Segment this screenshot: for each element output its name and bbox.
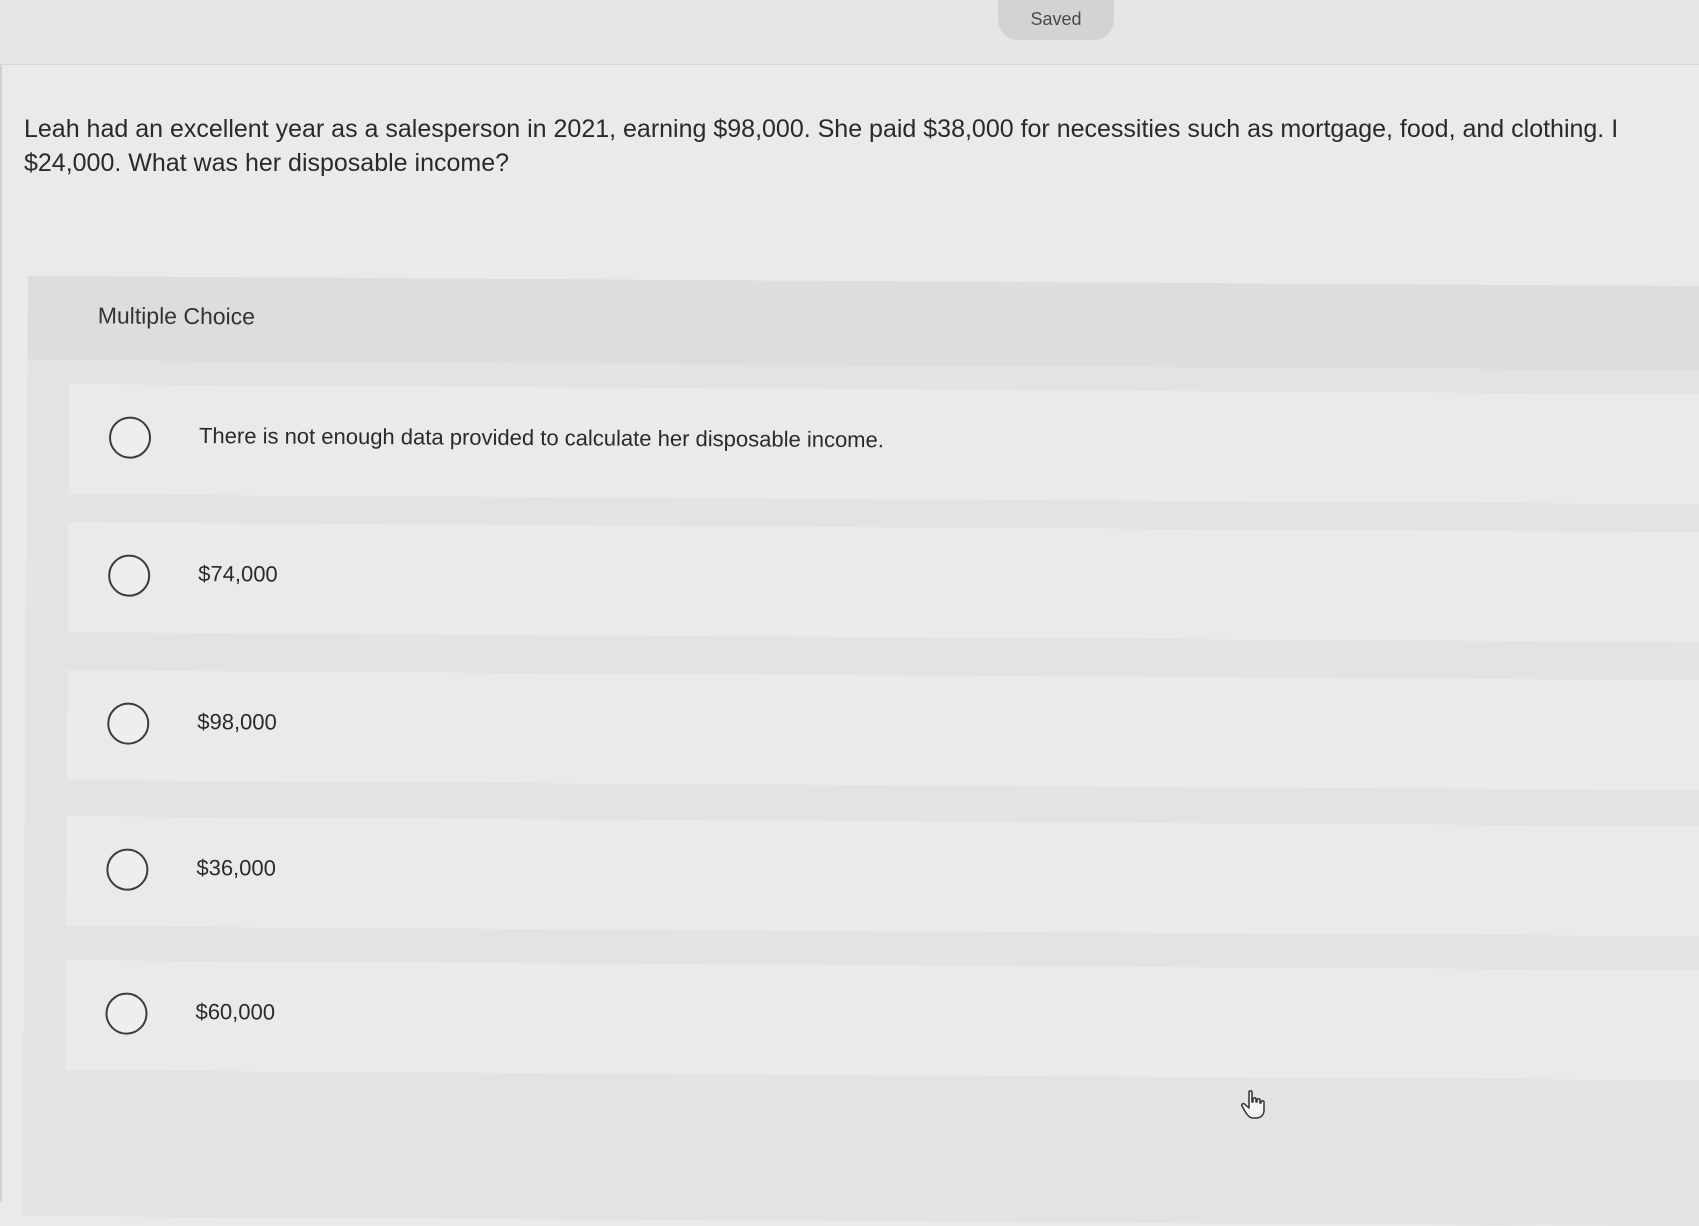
- answer-option-label: There is not enough data provided to cal…: [198, 423, 884, 453]
- answer-option-label: $74,000: [198, 561, 278, 587]
- top-bar: Saved: [0, 0, 1699, 65]
- multiple-choice-panel: Multiple Choice There is not enough data…: [22, 276, 1699, 1226]
- radio-unselected-icon[interactable]: [105, 992, 148, 1035]
- answer-option-1[interactable]: There is not enough data provided to cal…: [68, 384, 1699, 505]
- answer-option-5[interactable]: $60,000: [65, 960, 1699, 1081]
- answer-option-3[interactable]: $98,000: [66, 670, 1699, 791]
- hand-pointer-icon: [1240, 1090, 1268, 1120]
- answer-option-label: $60,000: [195, 999, 276, 1025]
- answer-option-2[interactable]: $74,000: [67, 522, 1699, 643]
- multiple-choice-header: Multiple Choice: [27, 276, 1699, 371]
- answer-option-label: $98,000: [197, 709, 277, 735]
- saved-status-badge: Saved: [998, 0, 1114, 40]
- window-left-edge: [0, 0, 2, 1201]
- radio-unselected-icon[interactable]: [108, 416, 152, 459]
- radio-unselected-icon[interactable]: [106, 848, 149, 891]
- question-text: Leah had an excellent year as a salesper…: [24, 115, 1619, 177]
- answer-option-label: $36,000: [196, 855, 276, 881]
- radio-unselected-icon[interactable]: [107, 702, 150, 745]
- radio-unselected-icon[interactable]: [108, 554, 151, 597]
- answer-option-4[interactable]: $36,000: [66, 816, 1699, 937]
- multiple-choice-title: Multiple Choice: [97, 302, 256, 330]
